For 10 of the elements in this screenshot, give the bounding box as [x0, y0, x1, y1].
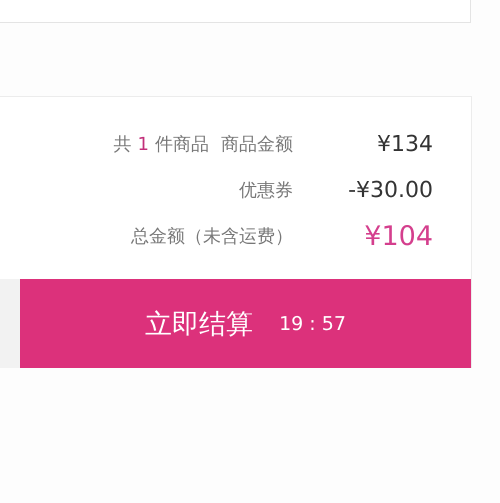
count-prefix: 共 — [114, 133, 132, 156]
summary-label: 总金额（未含运费） — [131, 225, 293, 248]
summary-label: 优惠券 — [239, 179, 293, 202]
amount-value: ¥134 — [376, 132, 433, 156]
amount-value: -¥30.00 — [347, 178, 433, 202]
item-count: 1 — [138, 134, 149, 155]
summary-label: 商品金额 — [221, 133, 293, 156]
checkout-button[interactable]: 立即结算 19 : 57 — [20, 279, 471, 368]
amount-value: ¥104 — [363, 220, 433, 252]
count-suffix: 件商品 — [155, 133, 209, 156]
